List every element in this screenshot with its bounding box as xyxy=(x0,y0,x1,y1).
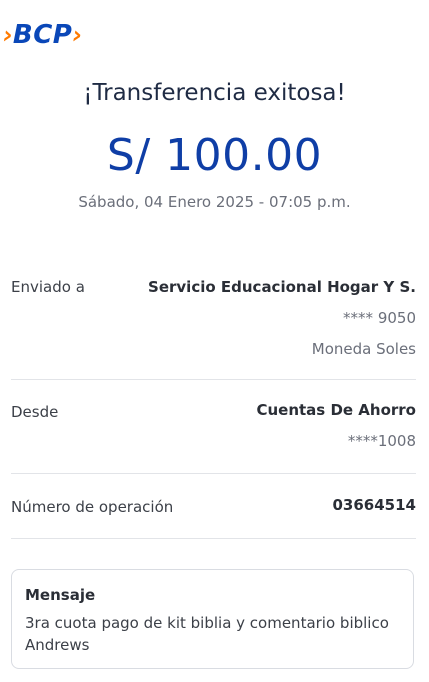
message-body: 3ra cuota pago de kit biblia y comentari… xyxy=(25,614,389,654)
message-card: Mensaje 3ra cuota pago de kit biblia y c… xyxy=(11,569,414,669)
divider xyxy=(11,379,416,380)
operation-number: 03664514 xyxy=(332,496,417,514)
recipient-account: **** 9050 xyxy=(343,309,416,327)
message-title: Mensaje xyxy=(25,586,96,604)
divider xyxy=(11,473,416,474)
transfer-date: Sábado, 04 Enero 2025 - 07:05 p.m. xyxy=(78,193,351,211)
success-title: ¡Transferencia exitosa! xyxy=(83,80,346,106)
from-row: Desde Cuentas De Ahorro ****1008 xyxy=(11,401,416,461)
bcp-logo: › BCP › xyxy=(3,19,82,51)
logo-chevron-right-icon: › xyxy=(72,21,83,49)
operation-row: Número de operación 03664514 xyxy=(11,496,416,526)
from-label: Desde xyxy=(11,403,59,421)
operation-label: Número de operación xyxy=(11,498,174,516)
sent-to-label: Enviado a xyxy=(11,278,85,296)
transfer-amount: S/ 100.00 xyxy=(106,130,323,181)
logo-chevron-left-icon: › xyxy=(3,21,13,49)
logo-wordmark: BCP xyxy=(12,20,73,50)
source-account-number: ****1008 xyxy=(347,432,416,450)
divider xyxy=(11,538,416,539)
source-account-name: Cuentas De Ahorro xyxy=(256,401,416,419)
recipient-currency: Moneda Soles xyxy=(311,340,416,358)
recipient-name: Servicio Educacional Hogar Y S. xyxy=(148,278,416,296)
sent-to-row: Enviado a Servicio Educacional Hogar Y S… xyxy=(11,278,416,368)
